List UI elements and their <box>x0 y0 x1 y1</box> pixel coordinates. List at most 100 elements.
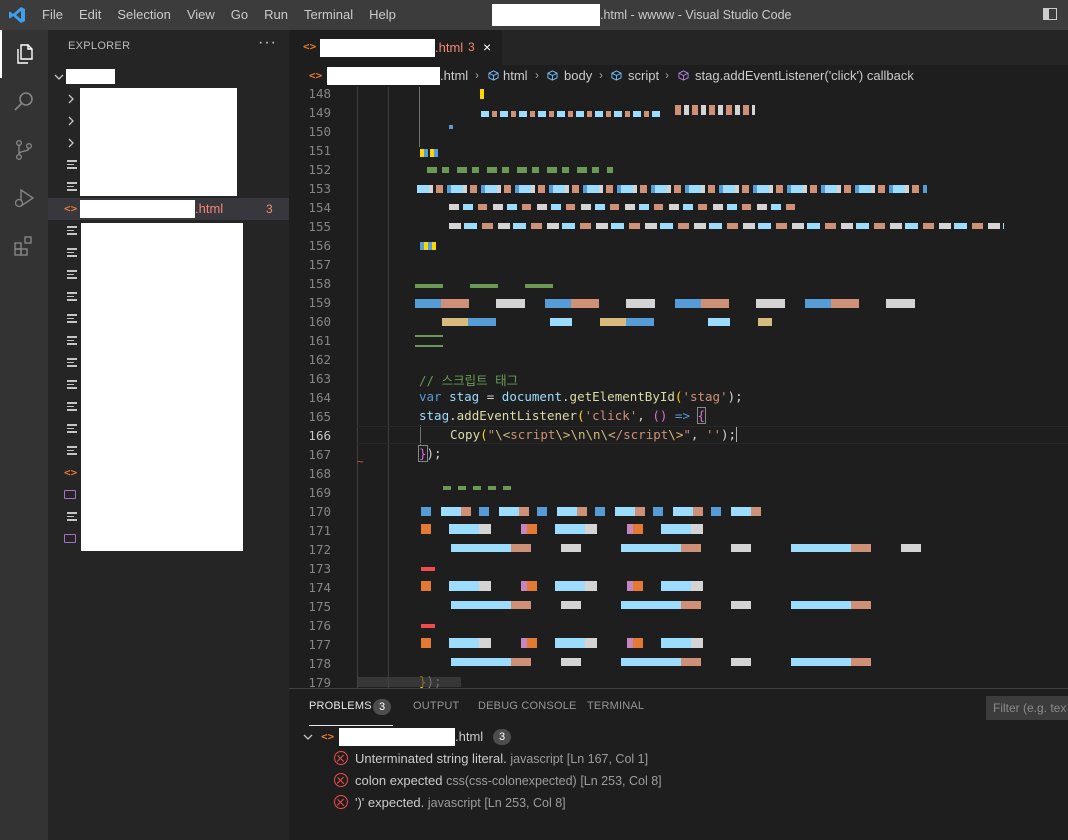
html-file-icon: <> <box>321 730 335 743</box>
line-number: 149 <box>308 105 331 120</box>
problem-text: ')' expected. javascript [Ln 253, Col 8] <box>355 795 566 810</box>
obfuscated-code <box>451 544 959 552</box>
html-file-icon: <> <box>309 69 323 82</box>
problems-filter-input[interactable]: Filter (e.g. text <box>986 696 1068 720</box>
activity-bar <box>0 30 48 840</box>
title-bar: File Edit Selection View Go Run Terminal… <box>0 0 1068 30</box>
file-item-selected[interactable]: <> .html 3 <box>48 198 289 220</box>
menu-selection[interactable]: Selection <box>109 0 178 30</box>
chevron-right-icon <box>68 138 74 148</box>
breadcrumb: <> .html › html › body › script › stag.a… <box>289 65 1068 87</box>
problem-item[interactable]: ')' expected. javascript [Ln 253, Col 8] <box>289 792 1068 814</box>
breadcrumb-body[interactable]: body <box>564 68 592 83</box>
line-number: 178 <box>308 656 331 671</box>
file-icon <box>67 314 77 324</box>
chevron-down-icon <box>54 74 64 80</box>
redacted-breadcrumb-file <box>327 67 440 85</box>
image-file-icon <box>64 490 76 499</box>
line-number: 160 <box>308 314 331 329</box>
run-debug-icon[interactable] <box>0 174 48 222</box>
problems-badge: 3 <box>373 699 391 715</box>
line-number: 179 <box>308 675 331 688</box>
line-number-current: 166 <box>308 428 331 443</box>
file-icon <box>67 446 77 456</box>
editor-tab-bar: <> .html 3 × <box>289 30 1068 65</box>
code-line-163: // 스크립트 태그 <box>419 373 519 388</box>
method-icon <box>678 70 689 81</box>
obfuscated-code <box>415 335 443 347</box>
file-icon <box>67 292 77 302</box>
tab-debug-console[interactable]: DEBUG CONSOLE <box>478 700 577 712</box>
menu-file[interactable]: File <box>34 0 71 30</box>
close-icon[interactable]: × <box>483 39 491 55</box>
line-number: 177 <box>308 637 331 652</box>
file-icon <box>67 358 77 368</box>
error-icon <box>334 751 348 765</box>
redacted-filename <box>492 4 600 26</box>
line-number: 163 <box>308 371 331 386</box>
code-editor[interactable]: 148 149 150 151 152 153 154 155 156 157 … <box>289 87 1068 688</box>
tab-output[interactable]: OUTPUT <box>413 700 459 712</box>
line-number: 170 <box>308 504 331 519</box>
problem-location: [Ln 253, Col 8] <box>580 774 662 788</box>
code-line-166: Copy("\<script\>\n\n\</script\>", '');​ <box>450 427 738 442</box>
menu-edit[interactable]: Edit <box>71 0 109 30</box>
file-icon <box>67 336 77 346</box>
tab-active-file[interactable]: <> .html 3 × <box>289 30 502 65</box>
line-number: 164 <box>308 390 331 405</box>
workspace-root[interactable] <box>48 66 289 88</box>
problems-file-name: .html <box>455 729 484 744</box>
explorer-sidebar: EXPLORER ··· <> .html 3 <> <box>48 30 289 840</box>
tab-problems[interactable]: PROBLEMS <box>309 700 372 712</box>
tab-terminal[interactable]: TERMINAL <box>587 700 644 712</box>
menu-go[interactable]: Go <box>223 0 256 30</box>
source-control-icon[interactable] <box>0 126 48 174</box>
chevron-right-icon <box>68 94 74 104</box>
line-number: 172 <box>308 542 331 557</box>
explorer-icon[interactable] <box>0 30 48 78</box>
line-number: 162 <box>308 352 331 367</box>
breadcrumb-callback[interactable]: stag.addEventListener('click') callback <box>695 68 914 83</box>
problem-item[interactable]: colon expected css(css-colonexpected) [L… <box>289 770 1068 792</box>
menu-help[interactable]: Help <box>361 0 404 30</box>
horizontal-scrollbar[interactable] <box>357 677 461 687</box>
extensions-icon[interactable] <box>0 222 48 270</box>
obfuscated-code <box>415 284 575 288</box>
obfuscated-code <box>481 111 661 117</box>
line-number: 157 <box>308 257 331 272</box>
problem-item[interactable]: Unterminated string literal. javascript … <box>289 748 1068 770</box>
html-file-icon: <> <box>64 466 78 479</box>
file-icon <box>67 248 77 258</box>
line-number: 165 <box>308 409 331 424</box>
chevron-right-icon: › <box>665 68 669 82</box>
obfuscated-code <box>480 89 484 99</box>
obfuscated-code <box>443 486 513 490</box>
file-icon <box>67 182 77 192</box>
problem-text: Unterminated string literal. javascript … <box>355 751 648 766</box>
bottom-panel: PROBLEMS 3 OUTPUT DEBUG CONSOLE TERMINAL… <box>289 688 1068 840</box>
redacted-tab-name <box>320 39 435 57</box>
chevron-right-icon: › <box>599 68 603 82</box>
error-icon <box>334 795 348 809</box>
problem-source: css(css-colonexpected) <box>446 774 577 788</box>
breadcrumb-script[interactable]: script <box>628 68 659 83</box>
problem-location: [Ln 167, Col 1] <box>566 752 649 766</box>
search-icon[interactable] <box>0 78 48 126</box>
menu-view[interactable]: View <box>179 0 223 30</box>
file-icon <box>67 160 77 170</box>
problems-file-group[interactable]: <> .html 3 <box>289 726 1068 748</box>
obfuscated-code <box>420 242 436 250</box>
obfuscated-code <box>421 638 711 648</box>
redacted-file-name <box>80 200 195 218</box>
obfuscated-code <box>449 204 799 210</box>
toggle-sidebar-layout-icon[interactable] <box>1043 8 1057 20</box>
breadcrumb-html[interactable]: html <box>503 68 528 83</box>
more-actions-icon[interactable]: ··· <box>258 34 277 52</box>
file-icon <box>67 402 77 412</box>
breadcrumb-file[interactable]: .html <box>440 68 468 83</box>
problem-source: javascript <box>427 796 481 810</box>
menu-terminal[interactable]: Terminal <box>296 0 361 30</box>
line-number: 167 <box>308 447 331 462</box>
menu-run[interactable]: Run <box>256 0 296 30</box>
line-number: 154 <box>308 200 331 215</box>
